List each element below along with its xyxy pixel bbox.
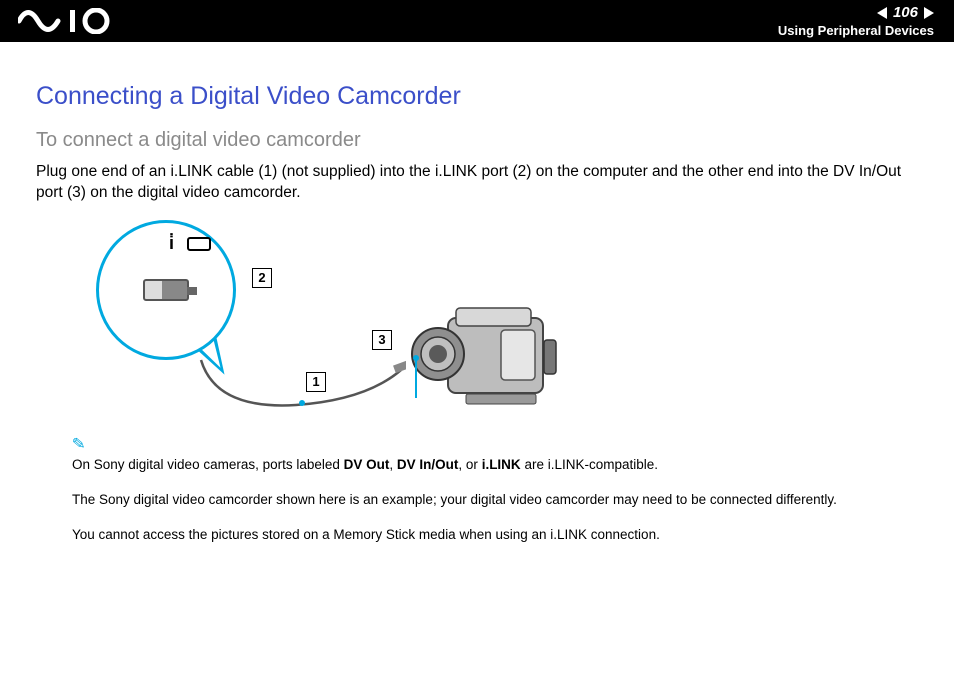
note-1-tail: are i.LINK-compatible. <box>521 457 658 472</box>
vaio-logo <box>18 8 138 34</box>
note-1-text: On Sony digital video cameras, ports lab… <box>72 457 344 472</box>
note-1-bold-3: i.LINK <box>482 457 521 472</box>
page-subtitle: To connect a digital video camcorder <box>36 129 918 152</box>
header-bar: 106 Using Peripheral Devices <box>0 0 954 42</box>
page-content: Connecting a Digital Video Camcorder To … <box>0 42 954 545</box>
note-1-bold-2: DV In/Out <box>397 457 459 472</box>
ilink-plug-icon <box>143 279 189 301</box>
ilink-symbol-icon: i̇ <box>169 233 174 254</box>
callout-label-3: 3 <box>372 330 392 350</box>
next-page-arrow-icon[interactable] <box>924 7 934 19</box>
note-1-sep-2: , or <box>458 457 481 472</box>
notes-section: ✎ On Sony digital video cameras, ports l… <box>72 434 918 545</box>
note-3: You cannot access the pictures stored on… <box>72 526 918 545</box>
connection-diagram: i̇ 2 3 1 <box>86 220 626 420</box>
callout-label-1: 1 <box>306 372 326 392</box>
note-2: The Sony digital video camcorder shown h… <box>72 491 918 510</box>
page-title: Connecting a Digital Video Camcorder <box>36 82 918 111</box>
cable-icon <box>196 355 406 415</box>
magnified-port-circle: i̇ <box>96 220 236 360</box>
body-paragraph: Plug one end of an i.LINK cable (1) (not… <box>36 162 918 204</box>
prev-page-arrow-icon[interactable] <box>877 7 887 19</box>
note-1-sep-1: , <box>389 457 397 472</box>
page-nav: 106 <box>778 4 934 21</box>
note-pencil-icon: ✎ <box>71 433 86 454</box>
ilink-port-icon <box>187 237 211 251</box>
callout-label-2: 2 <box>252 268 272 288</box>
header-right: 106 Using Peripheral Devices <box>778 4 934 38</box>
note-1: On Sony digital video cameras, ports lab… <box>72 456 918 475</box>
note-1-bold-1: DV Out <box>344 457 390 472</box>
page-number: 106 <box>893 4 918 21</box>
section-label: Using Peripheral Devices <box>778 23 934 38</box>
camcorder-icon <box>406 288 576 418</box>
vaio-logo-svg <box>18 8 138 34</box>
